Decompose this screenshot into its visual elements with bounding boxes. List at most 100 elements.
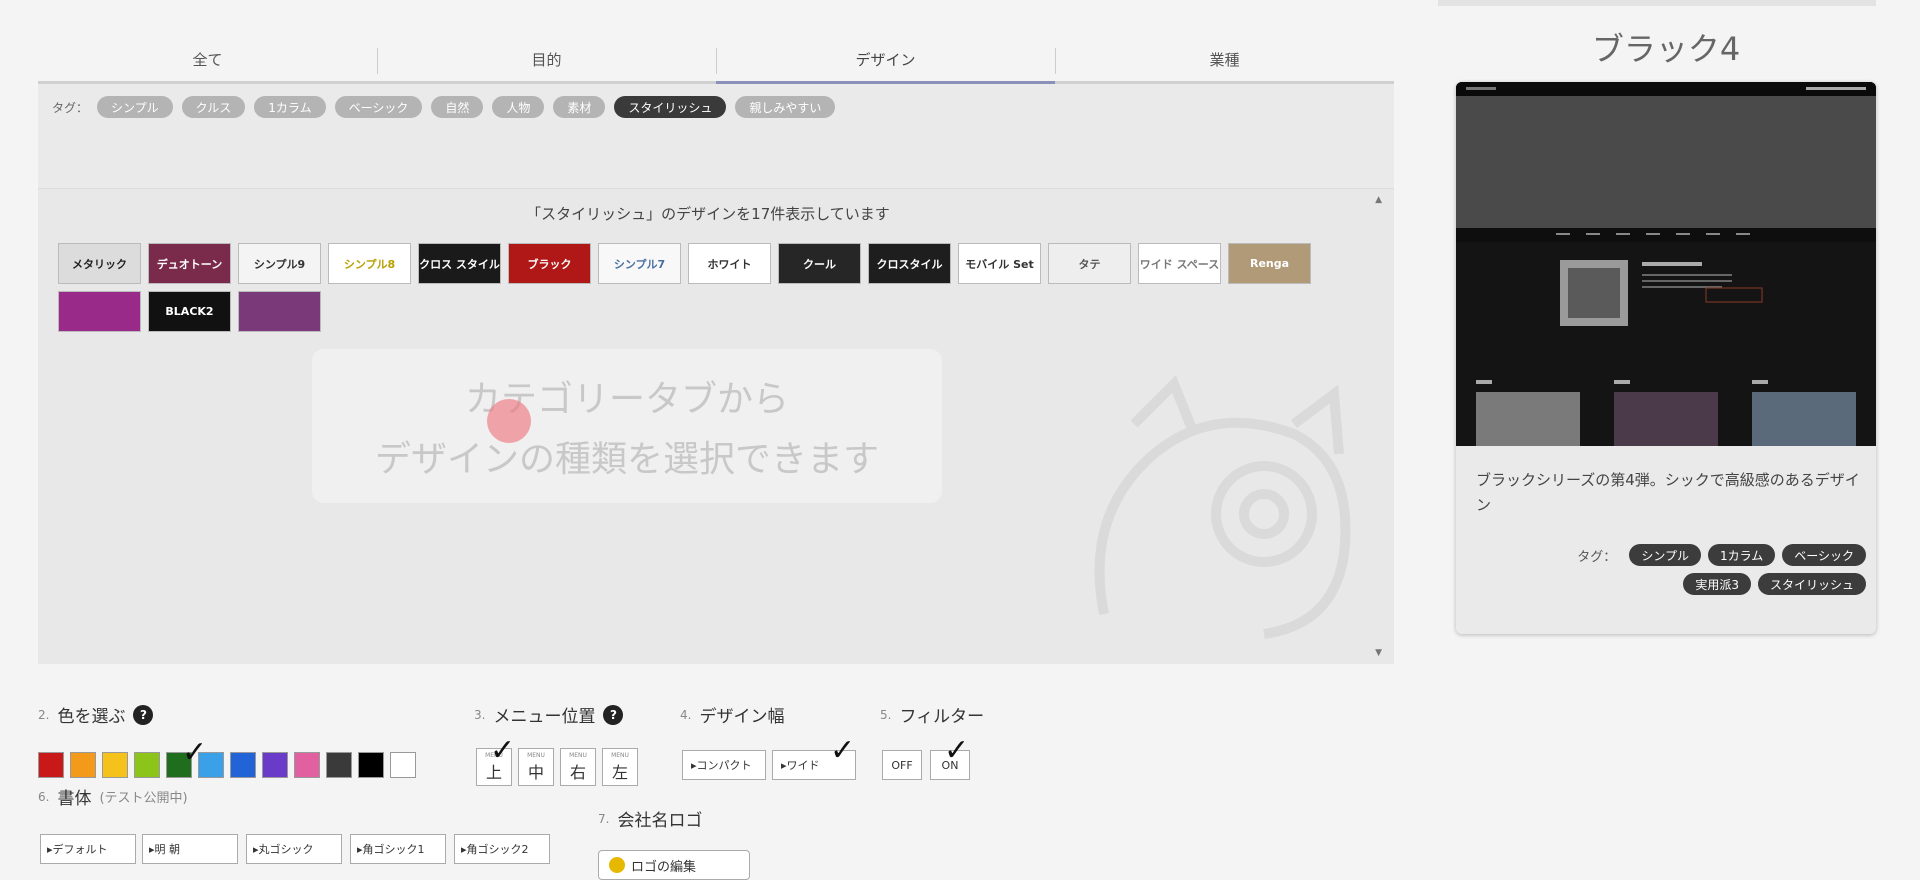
edit-logo-button[interactable]: ロゴの編集	[598, 850, 750, 880]
color-swatch[interactable]	[262, 752, 288, 778]
color-swatch[interactable]	[134, 752, 160, 778]
option-number: 6.	[38, 789, 50, 804]
filter-option-title: 5. フィルター	[880, 702, 984, 727]
tag-filter-chip[interactable]: 人物	[492, 96, 545, 118]
preview-tag-chip[interactable]: 実用派3	[1683, 573, 1751, 595]
color-swatch[interactable]	[326, 752, 352, 778]
category-tabs: 全て 目的 デザイン 業種	[38, 38, 1394, 84]
mascot-watermark-icon	[1094, 375, 1351, 639]
color-swatch[interactable]	[390, 752, 416, 778]
design-thumbnail[interactable]: クール	[778, 243, 861, 284]
design-gallery: ▲ ▼ 「スタイリッシュ」のデザインを17件表示しています メタリック デュオトー…	[38, 188, 1394, 664]
tag-filter-chip[interactable]: 自然	[431, 96, 484, 118]
design-thumbnail[interactable]: ブラック	[508, 243, 591, 284]
scroll-down-icon[interactable]: ▼	[1375, 648, 1382, 658]
design-thumbnail[interactable]: クロスタイル	[868, 243, 951, 284]
preview-tag-list: タグ： シンプル 1カラム ベーシック実用派3 スタイリッシュ	[1506, 544, 1866, 595]
tab-purpose[interactable]: 目的	[377, 38, 716, 81]
preview-tag-chip[interactable]: スタイリッシュ	[1757, 573, 1866, 595]
option-number: 5.	[880, 707, 892, 722]
design-thumbnail[interactable]: シンプル9	[238, 243, 321, 284]
tab-industry[interactable]: 業種	[1055, 38, 1394, 81]
menu-position-label: 中	[527, 763, 544, 782]
option-title-text: メニュー位置	[493, 707, 596, 727]
design-thumbnail[interactable]: ホワイト	[688, 243, 771, 284]
tag-filter-chip[interactable]: 親しみやすい	[735, 96, 836, 118]
option-number: 4.	[680, 707, 692, 722]
preview-tag-chip[interactable]: ベーシック	[1782, 544, 1866, 566]
preview-tag-chip[interactable]: シンプル	[1629, 544, 1701, 566]
font-default-button[interactable]: ▸デフォルト	[40, 834, 136, 864]
preview-tags-label: タグ：	[1577, 549, 1617, 565]
tab-all[interactable]: 全て	[38, 38, 377, 81]
tag-filter-chip[interactable]: ベーシック	[334, 96, 423, 118]
tag-filter-chip[interactable]: 1カラム	[254, 96, 326, 118]
menu-position-option-title: 3. メニュー位置 ?	[474, 702, 624, 727]
design-preview-image	[1456, 82, 1876, 446]
tag-filter-chip[interactable]: シンプル	[97, 96, 173, 118]
design-thumbnail-grid: メタリック デュオトーン シンプル9 シンプル8 クロス スタイル ブラック シンプル7 ホワ…	[58, 243, 1358, 332]
preview-description: ブラックシリーズの第4弾。シックで高級感のあるデザイン	[1476, 471, 1860, 514]
selected-check-icon: ✓	[490, 733, 516, 768]
option-number: 7.	[598, 811, 610, 826]
option-number: 3.	[474, 707, 486, 722]
menu-position-label: 右	[569, 763, 586, 782]
selected-check-icon: ✓	[830, 733, 856, 768]
menu-position-button[interactable]: MENU 右	[560, 748, 596, 786]
design-thumbnail[interactable]: Renga	[1228, 243, 1311, 284]
menu-position-caption: MENU	[611, 752, 629, 759]
color-swatch[interactable]	[70, 752, 96, 778]
option-title-text: 色を選ぶ	[57, 707, 126, 727]
result-count-text: 「スタイリッシュ」のデザインを17件表示しています	[526, 205, 890, 223]
edit-logo-label: ロゴの編集	[631, 859, 697, 875]
font-option-title: 6. 書体 (テスト公開中)	[38, 784, 188, 809]
hint-line-2: デザインの種類を選択できます	[374, 439, 879, 480]
font-kaku-gothic2-button[interactable]: ▸角ゴシック2	[454, 834, 550, 864]
design-thumbnail[interactable]	[58, 291, 141, 332]
selected-check-icon: ✓	[182, 735, 208, 770]
design-width-option-title: 4. デザイン幅	[680, 702, 784, 727]
preview-card: ブラックシリーズの第4弾。シックで高級感のあるデザイン タグ： シンプル 1カラム…	[1456, 82, 1876, 634]
option-title-text: デザイン幅	[699, 707, 785, 727]
touch-cursor-indicator	[487, 399, 531, 443]
color-swatches	[38, 752, 416, 778]
help-icon[interactable]: ?	[133, 704, 154, 725]
color-swatch[interactable]	[230, 752, 256, 778]
design-thumbnail[interactable]: クロス スタイル	[418, 243, 501, 284]
top-divider	[1438, 0, 1876, 6]
menu-position-button[interactable]: MENU 中	[518, 748, 554, 786]
design-thumbnail[interactable]: ワイド スペース	[1138, 243, 1221, 284]
menu-position-button[interactable]: MENU 左	[602, 748, 638, 786]
design-thumbnail[interactable]: タテ	[1048, 243, 1131, 284]
tag-filter-chip[interactable]: スタイリッシュ	[614, 96, 727, 118]
design-thumbnail[interactable]: メタリック	[58, 243, 141, 284]
option-number: 2.	[38, 707, 50, 722]
design-thumbnail[interactable]: シンプル8	[328, 243, 411, 284]
tag-filter-chip[interactable]: クルス	[181, 96, 246, 118]
color-swatch[interactable]	[102, 752, 128, 778]
menu-position-caption: MENU	[569, 752, 587, 759]
color-swatch[interactable]	[294, 752, 320, 778]
font-mincho-button[interactable]: ▸明 朝	[142, 834, 238, 864]
help-icon[interactable]: ?	[603, 704, 624, 725]
filter-off-button[interactable]: OFF	[882, 750, 922, 780]
color-swatch[interactable]	[38, 752, 64, 778]
design-thumbnail[interactable]: シンプル7	[598, 243, 681, 284]
design-thumbnail[interactable]	[238, 291, 321, 332]
tab-design[interactable]: デザイン	[716, 38, 1055, 84]
color-option-title: 2. 色を選ぶ ?	[38, 702, 154, 727]
menu-position-caption: MENU	[527, 752, 545, 759]
preview-tag-chip[interactable]: 1カラム	[1707, 544, 1776, 566]
tag-filter-chip[interactable]: 素材	[553, 96, 606, 118]
font-kaku-gothic1-button[interactable]: ▸角ゴシック1	[350, 834, 446, 864]
hint-message: カテゴリータブから デザインの種類を選択できます	[312, 349, 942, 503]
font-maru-gothic-button[interactable]: ▸丸ゴシック	[246, 834, 342, 864]
color-swatch[interactable]	[358, 752, 384, 778]
compact-width-button[interactable]: ▸コンパクト	[682, 750, 766, 780]
tag-filter-bar: タグ： シンプル クルス 1カラム ベーシック 自然 人物 素材 スタイリッシュ 親しみやすい	[52, 96, 836, 118]
option-note: (テスト公開中)	[99, 791, 188, 806]
logo-option-title: 7. 会社名ロゴ	[598, 806, 702, 831]
design-thumbnail[interactable]: BLACK2	[148, 291, 231, 332]
design-thumbnail[interactable]: デュオトーン	[148, 243, 231, 284]
design-thumbnail[interactable]: モバイル Set	[958, 243, 1041, 284]
